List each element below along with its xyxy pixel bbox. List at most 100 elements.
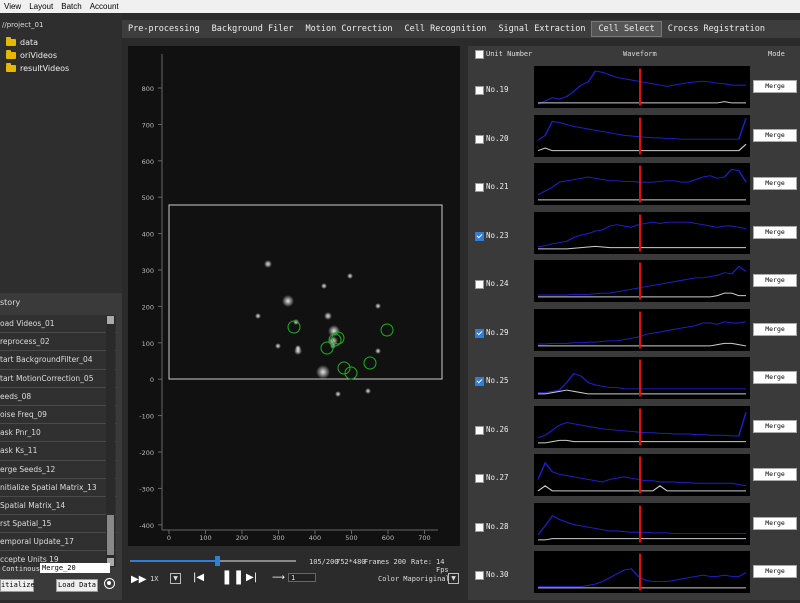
unit-label: No.23 — [486, 230, 509, 240]
history-scrollbar[interactable] — [106, 315, 115, 567]
y-tick-label: -100 — [139, 413, 154, 421]
history-item[interactable]: rst Spatial_15 — [0, 515, 116, 534]
tree-folder-orivideos[interactable]: oriVideos — [6, 50, 57, 60]
unit-checkbox[interactable] — [475, 280, 484, 289]
history-item[interactable]: oise Freq_09 — [0, 405, 116, 425]
initialize-button[interactable]: itialize — [0, 579, 35, 592]
select-all-checkbox[interactable] — [475, 50, 484, 59]
rate-value: 14 Fps — [436, 558, 449, 574]
unit-checkbox[interactable] — [475, 377, 484, 386]
merge-button[interactable]: Merge — [753, 516, 797, 530]
history-item[interactable]: emporal Update_17 — [0, 533, 116, 552]
unit-row: No.23 Merge — [468, 210, 800, 254]
speed-dropdown-icon[interactable]: ▼ — [170, 573, 181, 584]
blue-trace — [538, 265, 747, 296]
colormap-dropdown-icon[interactable]: ▼ — [448, 573, 459, 584]
skip-back-icon[interactable]: |◀ — [193, 572, 204, 583]
frame-info: 105/200 — [309, 558, 339, 566]
merge-button[interactable]: Merge — [753, 419, 797, 433]
merge-button[interactable]: Merge — [753, 80, 797, 93]
unit-row: No.26 Merge — [468, 404, 800, 448]
unit-checkbox[interactable] — [475, 183, 484, 192]
history-item[interactable]: tart MotionCorrection_05 — [0, 369, 116, 388]
merge-button[interactable]: Merge — [753, 371, 797, 384]
blue-trace — [537, 411, 747, 438]
y-tick-label: 100 — [142, 340, 154, 348]
tab-cell-recognition[interactable]: Cell Recognition — [399, 22, 493, 36]
cell-blob — [375, 348, 381, 354]
roi-circle[interactable] — [380, 323, 394, 337]
mode-select[interactable]: Merge_20 — [40, 563, 110, 573]
tree-folder-resultvideos[interactable]: resultVideos — [6, 63, 69, 73]
frame-rectangle — [168, 204, 443, 380]
menu-layout[interactable]: Layout — [25, 2, 57, 11]
unit-row: No.25 Merge — [468, 355, 800, 399]
merge-button[interactable]: Merge — [753, 225, 797, 239]
fast-forward-icon[interactable]: ▶▶ — [131, 574, 146, 585]
white-trace — [538, 101, 746, 104]
waveform-plot — [534, 551, 750, 593]
tab-motion-correction[interactable]: Motion Correction — [300, 22, 399, 36]
history-item[interactable]: tart BackgroundFilter_04 — [0, 351, 116, 370]
menu-batch[interactable]: Batch — [57, 2, 85, 11]
step-input[interactable]: 1 — [288, 573, 316, 582]
waveform-plot — [534, 454, 750, 496]
roi-circle[interactable] — [363, 356, 377, 370]
unit-checkbox[interactable] — [475, 571, 484, 580]
history-item[interactable]: eeds_08 — [0, 387, 116, 406]
scroll-thumb[interactable] — [107, 515, 114, 555]
tab-background-filer[interactable]: Background Filer — [206, 22, 300, 36]
unit-checkbox[interactable] — [475, 134, 484, 144]
history-item[interactable]: ask Ks_11 — [0, 442, 116, 461]
scroll-up-icon[interactable] — [107, 316, 114, 324]
unit-checkbox[interactable] — [475, 231, 484, 241]
y-tick-label: 600 — [142, 158, 154, 166]
history-item[interactable]: reprocess_02 — [0, 333, 116, 352]
blue-trace — [538, 568, 747, 588]
y-tick-label: 500 — [142, 194, 154, 202]
progress-handle[interactable] — [215, 556, 221, 566]
unit-checkbox[interactable] — [475, 474, 484, 483]
merge-button[interactable]: Merge — [753, 322, 797, 336]
unit-checkbox[interactable] — [475, 86, 484, 95]
blue-trace — [537, 514, 746, 535]
waveform-header: Waveform — [623, 50, 657, 58]
unit-header: Unit Number Waveform Mode — [468, 46, 800, 62]
menu-account[interactable]: Account — [86, 2, 123, 11]
merge-button[interactable]: Merge — [753, 177, 797, 190]
tree-root[interactable]: //project_01 — [2, 21, 43, 29]
load-data-button[interactable]: Load Data — [56, 579, 98, 592]
tab-pre-processing[interactable]: Pre-processing — [122, 22, 206, 36]
merge-button[interactable]: Merge — [753, 128, 797, 142]
unit-row: No.21 Merge — [468, 161, 800, 205]
tree-folder-data[interactable]: data — [6, 37, 38, 47]
unit-checkbox[interactable] — [475, 522, 484, 532]
record-icon[interactable] — [104, 578, 115, 589]
blue-trace — [538, 372, 746, 394]
unit-label: No.29 — [486, 327, 509, 337]
history-item[interactable]: erge Seeds_12 — [0, 460, 116, 479]
blue-trace — [537, 461, 747, 487]
image-viewer[interactable]: 800 700 600 500 400 300 200 100 0 -100 -200 -300 -40… — [128, 46, 460, 546]
pause-icon[interactable]: ❚❚ — [221, 569, 244, 585]
skip-forward-icon[interactable]: ▶| — [246, 572, 257, 583]
menu-view[interactable]: View — [0, 2, 25, 11]
unit-checkbox[interactable] — [475, 425, 484, 435]
unit-checkbox[interactable] — [475, 328, 484, 338]
merge-button[interactable]: Merge — [753, 274, 797, 287]
merge-button[interactable]: Merge — [753, 468, 797, 481]
x-tick-label: 200 — [236, 534, 248, 542]
history-item[interactable]: oad Videos_01 — [0, 315, 116, 334]
history-item[interactable]: nitialize Spatial Matrix_13 — [0, 478, 116, 497]
unit-label: No.21 — [486, 182, 509, 191]
colormap-value[interactable]: original — [416, 575, 450, 583]
waveform-plot — [534, 211, 750, 254]
tab-signal-extraction[interactable]: Signal Extraction — [492, 22, 591, 36]
white-trace — [537, 143, 747, 151]
history-item[interactable]: Spatial Matrix_14 — [0, 496, 116, 516]
tab-crocss-registration[interactable]: Crocss Registration — [662, 22, 771, 36]
history-item[interactable]: ask Pnr_10 — [0, 424, 116, 443]
merge-button[interactable]: Merge — [753, 565, 797, 578]
tab-cell-select[interactable]: Cell Select — [591, 21, 662, 37]
cell-blob — [324, 312, 332, 320]
